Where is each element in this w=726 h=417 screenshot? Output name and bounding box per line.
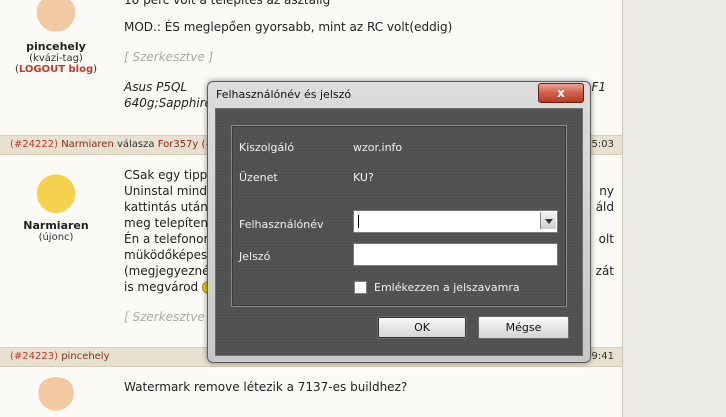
remember-checkbox[interactable] <box>354 281 367 294</box>
signature-line: Asus P5QL <box>124 80 188 94</box>
password-label: Jelszó <box>239 250 271 263</box>
username-label: Felhasználónév <box>239 218 324 231</box>
close-icon: x <box>557 86 565 100</box>
post-text-fragment: is megvárod <box>124 280 199 294</box>
server-label: Kiszolgáló <box>239 141 295 154</box>
post-text: Watermark remove létezik a 7137-es build… <box>124 380 408 394</box>
user-rank: (újonc) <box>38 232 74 243</box>
post-text-fragment: olt <box>598 232 614 246</box>
page-background <box>623 0 726 417</box>
avatar[interactable] <box>35 173 77 219</box>
username-link[interactable]: pincehely <box>0 40 112 53</box>
cancel-button[interactable]: Mégse <box>478 316 569 339</box>
dialog-body: Kiszolgáló wzor.info Üzenet KU? Felhaszn… <box>215 108 583 356</box>
post-id: #24222 <box>13 139 55 150</box>
forum-post: Watermark remove létezik a 7137-es build… <box>0 367 622 417</box>
message-value: KU? <box>353 171 374 184</box>
post-id-link[interactable]: (#24223) <box>10 351 58 362</box>
logout-close-paren: ) <box>93 64 98 75</box>
ok-button[interactable]: OK <box>377 316 467 339</box>
post-text-fragment <box>594 215 614 231</box>
cancel-label: Mégse <box>505 321 542 334</box>
password-field[interactable] <box>353 243 558 266</box>
post-author-block: pincehely (kvázi-tag) (LOGOUT blog) <box>0 0 112 75</box>
dropdown-arrow-icon[interactable] <box>540 212 556 229</box>
author-link[interactable]: Narmiaren <box>61 139 114 150</box>
signature-fragment: F1 <box>591 80 606 94</box>
logout-blog-label[interactable]: LOGOUT blog <box>19 64 93 75</box>
post-id-link[interactable]: (#24222) <box>10 139 58 150</box>
reply-to-link[interactable]: For357y <box>158 139 199 150</box>
post-content: Watermark remove létezik a 7137-es build… <box>124 379 614 395</box>
edited-link[interactable]: [ Szerkesztve ] <box>124 49 614 65</box>
remember-label[interactable]: Emlékezzen a jelszavamra <box>374 281 520 294</box>
author-link[interactable]: pincehely <box>61 351 109 362</box>
post-author-block: Narmiaren (újonc) <box>0 173 112 243</box>
post-right-fragments: ny áld olt zát <box>594 183 614 279</box>
avatar[interactable] <box>35 0 77 40</box>
post-text-fragment: zát <box>595 264 614 278</box>
reply-word: válasza <box>116 139 155 150</box>
post-time: 5:03 <box>591 139 614 150</box>
dialog-title: Felhasználónév és jelszó <box>216 88 352 101</box>
close-button[interactable]: x <box>538 83 584 103</box>
user-rank: (kvázi-tag) <box>29 53 83 64</box>
message-label: Üzenet <box>239 171 278 184</box>
logout-blog-link[interactable]: (LOGOUT blog) <box>0 64 112 75</box>
username-link[interactable]: Narmiaren <box>0 219 112 232</box>
post-text: MOD.: ÉS meglepően gyorsabb, mint az RC … <box>124 20 453 34</box>
server-value: wzor.info <box>353 141 403 154</box>
dialog-titlebar[interactable]: Felhasználónév és jelszó <box>208 82 590 108</box>
post-text-fragment: áld <box>595 200 614 214</box>
login-dialog: Felhasználónév és jelszó x Kiszolgáló wz… <box>207 81 591 363</box>
ok-label: OK <box>414 321 430 334</box>
text-cursor <box>358 215 359 228</box>
post-time: 9:41 <box>591 351 614 362</box>
post-text: 10 perc volt a telepítés az asztalig <box>124 0 331 7</box>
post-text-fragment <box>594 247 614 263</box>
post-text-fragment: ny <box>599 184 614 198</box>
post-id: #24223 <box>13 351 55 362</box>
avatar[interactable] <box>35 377 77 417</box>
username-combobox[interactable] <box>353 210 558 233</box>
post-author-block <box>0 377 112 417</box>
